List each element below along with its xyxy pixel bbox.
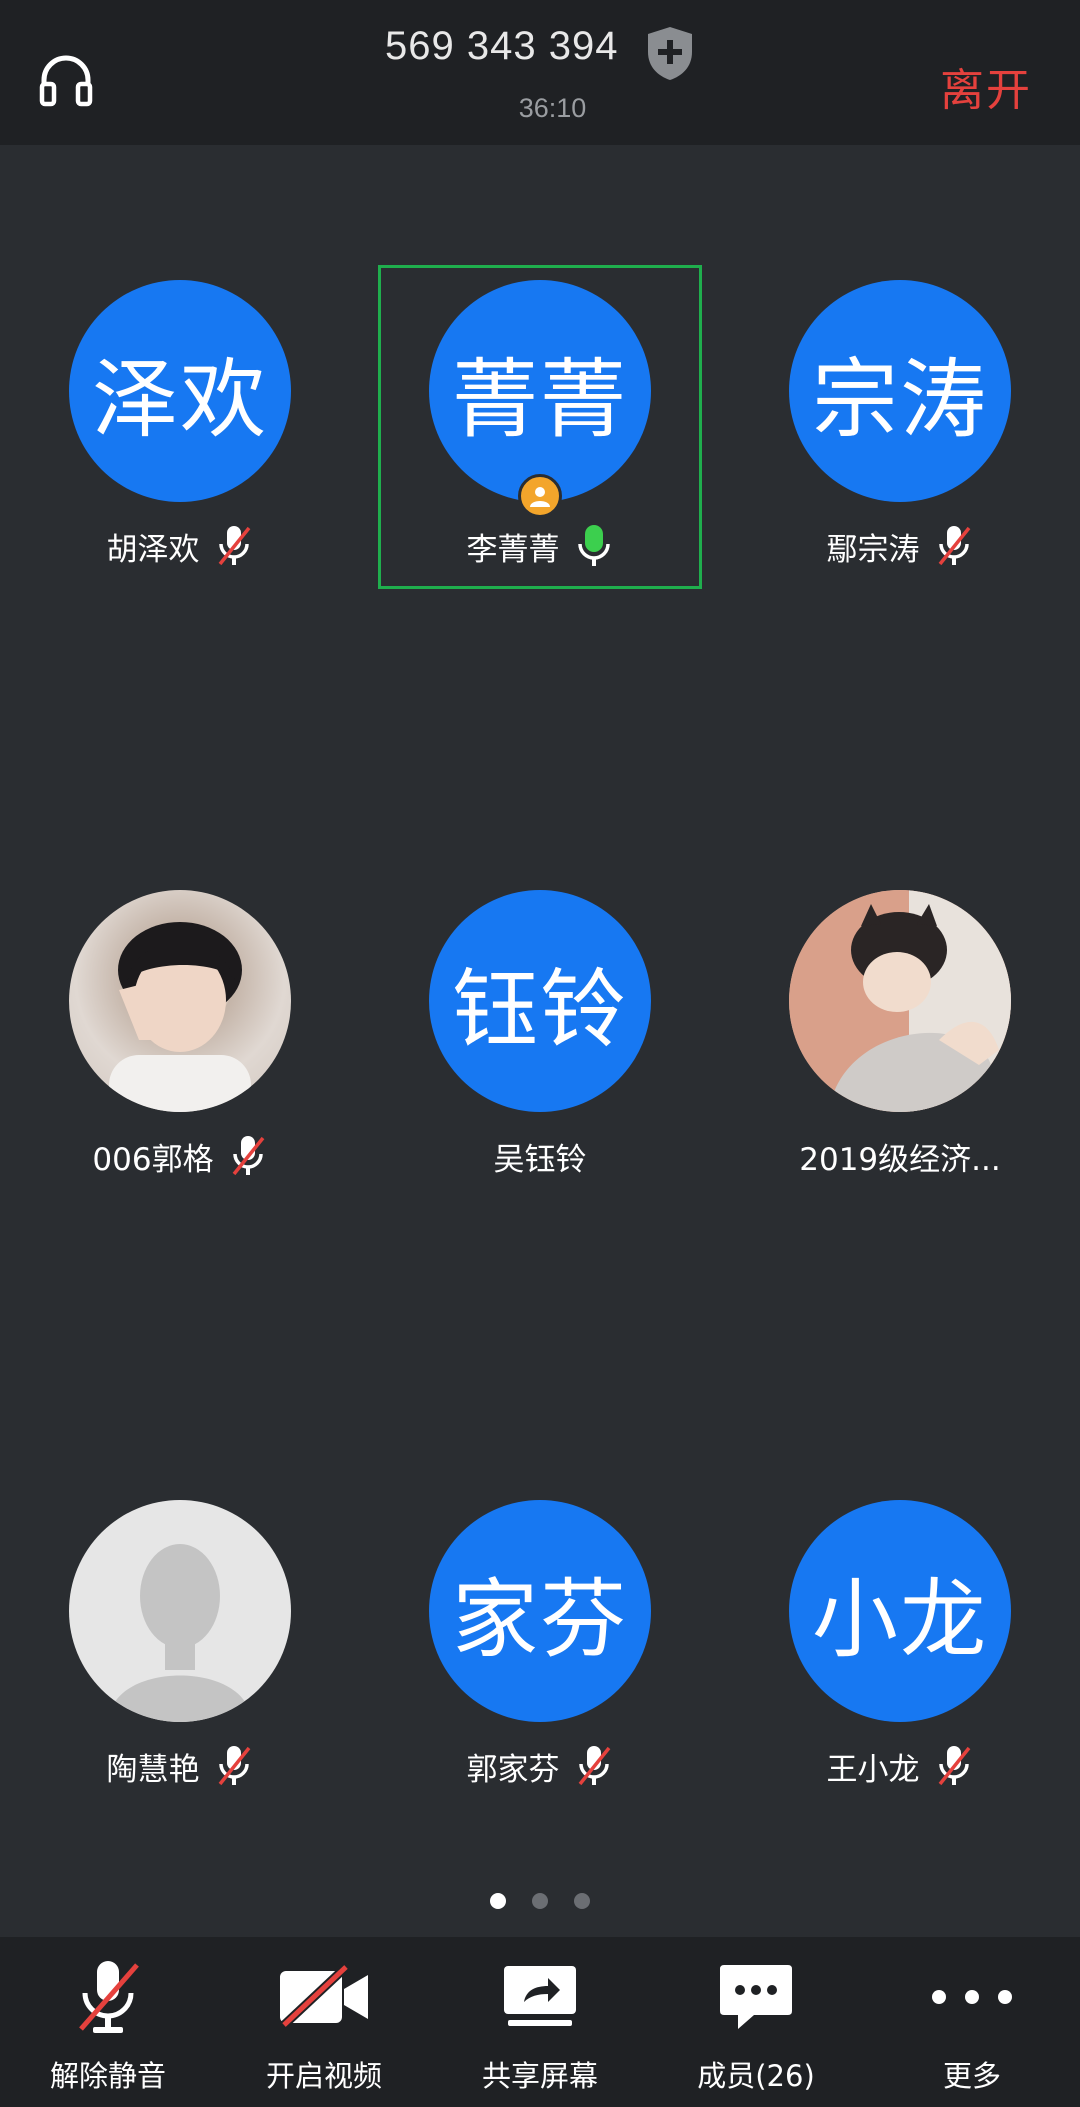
default-avatar-icon xyxy=(69,1500,291,1722)
shield-icon[interactable] xyxy=(645,25,695,81)
participant-tile[interactable]: 宗涛 鄢宗涛 xyxy=(720,280,1080,568)
tool-label: 成员(26) xyxy=(697,2059,815,2093)
mic-active-icon xyxy=(577,525,610,566)
share-screen-icon xyxy=(504,1966,576,2026)
participant-name: 王小龙 xyxy=(826,1751,920,1788)
meeting-timer: 36:10 xyxy=(518,93,587,123)
avatar-photo xyxy=(69,890,291,1112)
avatar: 小龙 xyxy=(789,1500,1011,1722)
share-screen-button[interactable]: 共享屏幕 xyxy=(432,1937,648,2107)
tool-label: 共享屏幕 xyxy=(481,2059,598,2093)
start-video-button[interactable]: 开启视频 xyxy=(216,1937,432,2107)
chat-bubble-icon xyxy=(720,1965,792,2029)
avatar-photo xyxy=(789,890,1011,1112)
mic-muted-icon xyxy=(218,1746,250,1786)
participant-name: 郭家芬 xyxy=(466,1751,560,1788)
participant-name: 2019级经济... xyxy=(799,1141,1001,1178)
avatar: 宗涛 xyxy=(789,280,1011,502)
participant-tile[interactable]: 2019级经济... xyxy=(720,890,1080,1178)
page-dot-active[interactable] xyxy=(490,1893,506,1909)
bottom-toolbar: 解除静音 开启视频 共享屏幕 成员(26) 更多 xyxy=(0,1937,1080,2107)
avatar: 家芬 xyxy=(429,1500,651,1722)
leave-button[interactable]: 离开 xyxy=(940,54,1032,118)
unmute-button[interactable]: 解除静音 xyxy=(0,1937,216,2107)
mic-muted-icon xyxy=(938,526,970,566)
participant-tile[interactable]: 家芬 郭家芬 xyxy=(360,1500,720,1788)
mic-muted-icon xyxy=(218,526,250,566)
more-button[interactable]: 更多 xyxy=(864,1937,1080,2107)
members-button[interactable]: 成员(26) xyxy=(648,1937,864,2107)
more-dots-icon xyxy=(932,1990,1012,2004)
page-dot[interactable] xyxy=(532,1893,548,1909)
participant-name: 陶慧艳 xyxy=(106,1751,200,1788)
video-off-icon xyxy=(280,1965,368,2029)
tool-label: 开启视频 xyxy=(265,2059,382,2093)
participant-tile[interactable]: 钰铃 吴钰铃 xyxy=(360,890,720,1178)
avatar: 钰铃 xyxy=(429,890,651,1112)
mic-muted-icon xyxy=(578,1746,610,1786)
participant-tile[interactable]: 陶慧艳 xyxy=(0,1500,360,1788)
avatar: 菁菁 xyxy=(429,280,651,502)
participant-tile[interactable]: 泽欢 胡泽欢 xyxy=(0,280,360,568)
participant-name: 吴钰铃 xyxy=(493,1141,587,1178)
mic-muted-icon xyxy=(232,1136,264,1176)
participant-tile[interactable]: 006郭格 xyxy=(0,890,360,1178)
participant-name: 006郭格 xyxy=(92,1141,214,1178)
tool-label: 更多 xyxy=(942,2059,1001,2093)
tool-label: 解除静音 xyxy=(49,2059,166,2093)
microphone-muted-icon xyxy=(79,1961,139,2033)
participant-tile[interactable]: 小龙 王小龙 xyxy=(720,1500,1080,1788)
page-indicator[interactable] xyxy=(0,1893,1080,1909)
host-badge-icon xyxy=(518,474,562,518)
page-dot[interactable] xyxy=(574,1893,590,1909)
participant-name: 李菁菁 xyxy=(466,531,560,568)
top-bar: 569 343 394 36:10 离开 xyxy=(0,0,1080,145)
mic-muted-icon xyxy=(938,1746,970,1786)
participant-tile-speaking[interactable]: 菁菁 李菁菁 xyxy=(360,280,720,568)
avatar: 泽欢 xyxy=(69,280,291,502)
meeting-id[interactable]: 569 343 394 xyxy=(385,24,618,69)
participant-name: 胡泽欢 xyxy=(106,531,200,568)
participant-name: 鄢宗涛 xyxy=(826,531,920,568)
